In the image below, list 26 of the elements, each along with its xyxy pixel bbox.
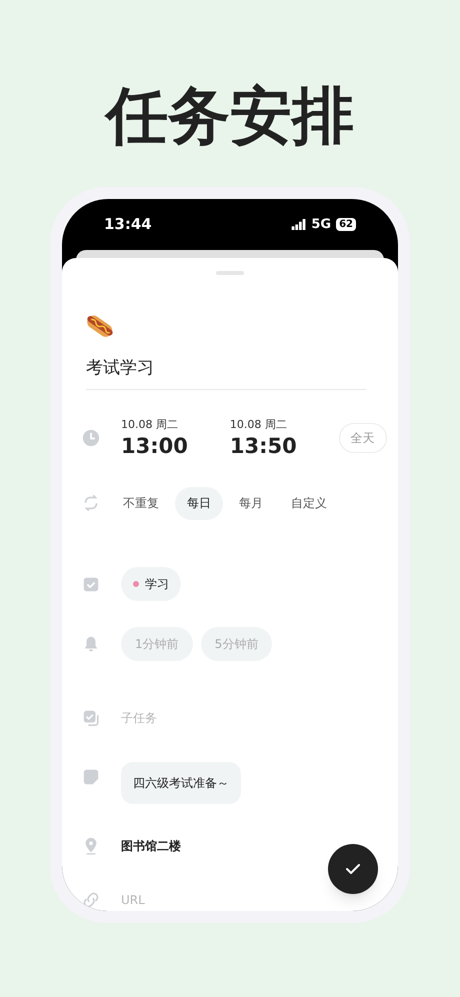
note-field[interactable]: 四六级考试准备～	[121, 762, 241, 804]
headline: 任务安排	[106, 78, 354, 154]
calendar-check-icon	[82, 574, 100, 593]
repeat-option[interactable]: 每月	[227, 486, 275, 520]
start-time[interactable]: 13:00	[121, 433, 188, 460]
network-label: 5G	[311, 216, 332, 234]
location-text[interactable]: 图书馆二楼	[121, 837, 181, 856]
repeat-option[interactable]: 每日	[175, 486, 223, 520]
signal-icon	[291, 219, 308, 230]
repeat-icon	[82, 494, 100, 512]
start-date: 10.08 周二	[121, 416, 179, 433]
task-title[interactable]: 考试学习	[86, 356, 366, 390]
clock-icon	[82, 428, 100, 447]
bell-icon	[82, 634, 100, 653]
battery-level: 62	[336, 218, 356, 231]
repeat-option[interactable]: 自定义	[279, 486, 339, 520]
check-icon	[346, 864, 360, 874]
tag-chip[interactable]: 学习	[121, 566, 181, 601]
status-time: 13:44	[104, 214, 152, 236]
subtask-icon	[82, 708, 100, 727]
end-date: 10.08 周二	[230, 416, 288, 433]
link-icon	[82, 891, 100, 910]
note-icon	[82, 768, 100, 786]
repeat-option[interactable]: 不重复	[111, 486, 171, 520]
end-time[interactable]: 13:50	[230, 433, 297, 460]
tag-label: 学习	[145, 576, 169, 593]
